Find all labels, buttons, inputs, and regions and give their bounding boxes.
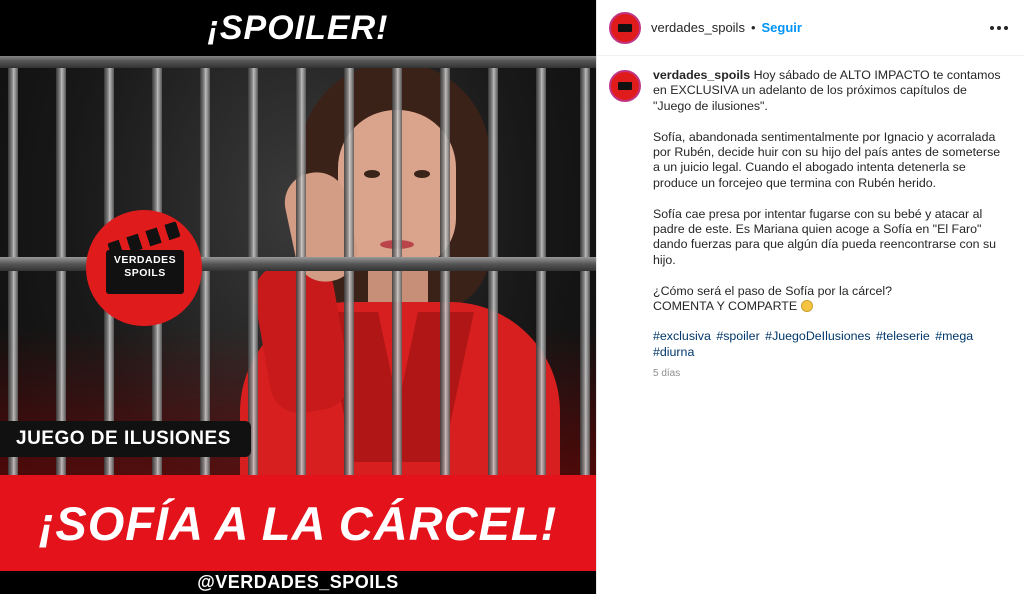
hashtag-link[interactable]: #mega (935, 329, 973, 343)
handle-text: @VERDADES_SPOILS (197, 572, 399, 592)
post-time[interactable]: 5 días (653, 366, 1003, 381)
follow-button[interactable]: Seguir (762, 20, 802, 35)
smile-emoji-icon (800, 300, 813, 313)
headline-banner: ¡SOFÍA A LA CÁRCEL! (0, 475, 596, 571)
logo-line-1: VERDADES (113, 254, 177, 266)
handle-strip: @VERDADES_SPOILS (0, 571, 596, 594)
spoiler-banner: ¡SPOILER! (0, 0, 596, 56)
hashtag-link[interactable]: #JuegoDeIlusiones (765, 329, 870, 343)
caption-question: ¿Cómo será el paso de Sofía por la cárce… (653, 283, 892, 298)
caption-avatar[interactable] (609, 70, 641, 102)
avatar[interactable] (609, 11, 641, 44)
spoiler-banner-text: ¡SPOILER! (207, 8, 389, 47)
caption-paragraph-3: Sofía cae presa por intentar fugarse con… (653, 206, 997, 267)
post-header: verdades_spoils • Seguir (597, 0, 1024, 56)
hashtag-link[interactable]: #diurna (653, 345, 694, 359)
show-title-box: JUEGO DE ILUSIONES (0, 421, 251, 457)
hashtags: #exclusiva #spoiler #JuegoDeIlusiones #t… (653, 329, 1003, 360)
caption: verdades_spoils Hoy sábado de ALTO IMPAC… (597, 56, 1024, 382)
logo-line-2: SPOILS (124, 267, 166, 279)
post-sidebar: verdades_spoils • Seguir verdades_spoils… (596, 0, 1024, 594)
separator-dot: • (750, 20, 756, 35)
caption-username[interactable]: verdades_spoils (653, 68, 750, 82)
verdades-spoils-logo: VERDADES SPOILS (86, 210, 202, 326)
hashtag-link[interactable]: #teleserie (876, 329, 930, 343)
headline-text: ¡SOFÍA A LA CÁRCEL! (38, 496, 558, 550)
header-username[interactable]: verdades_spoils (651, 20, 745, 35)
caption-cta: COMENTA Y COMPARTE (653, 299, 798, 314)
more-options-icon[interactable] (986, 20, 1012, 36)
caption-paragraph-2: Sofía, abandonada sentimentalmente por I… (653, 129, 1001, 190)
hashtag-link[interactable]: #exclusiva (653, 329, 711, 343)
caption-body: verdades_spoils Hoy sábado de ALTO IMPAC… (653, 68, 1003, 382)
show-title: JUEGO DE ILUSIONES (16, 428, 231, 449)
bars-top-rail (0, 54, 596, 68)
hashtag-link[interactable]: #spoiler (716, 329, 759, 343)
post-image[interactable]: ¡SPOILER! VERDADES SPOILS JUEGO DE ILUSI… (0, 0, 596, 594)
